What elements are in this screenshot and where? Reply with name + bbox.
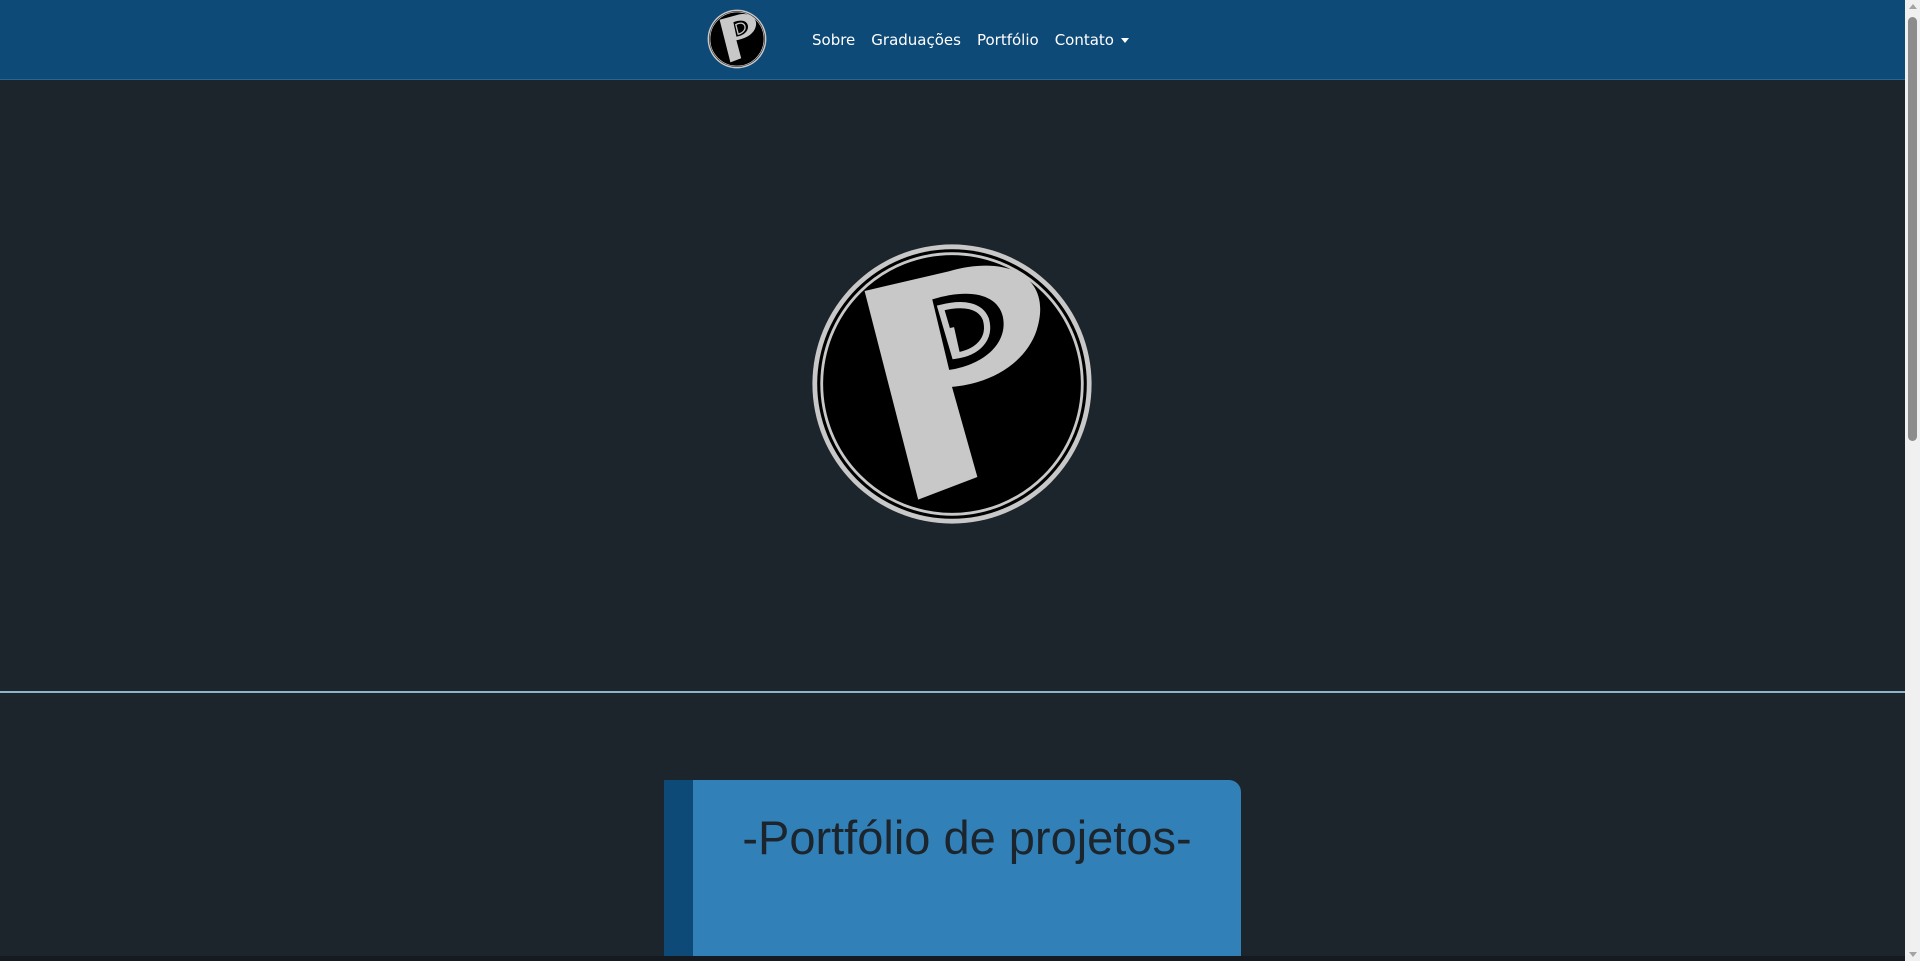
nav-link-sobre[interactable]: Sobre <box>804 23 863 57</box>
nav-dropdown-label: Contato <box>1054 30 1114 49</box>
page: Sobre Graduações Portfólio Contato -Port… <box>0 0 1905 961</box>
caret-down-icon <box>1120 38 1129 43</box>
vertical-scrollbar[interactable] <box>1905 0 1920 961</box>
nav-menu: Sobre Graduações Portfólio Contato <box>804 0 1137 79</box>
card-accent-stripe <box>664 780 693 961</box>
top-navbar: Sobre Graduações Portfólio Contato <box>0 0 1905 80</box>
scroll-up-arrow-icon[interactable] <box>1909 4 1917 9</box>
p-monogram-logo-icon <box>707 9 767 69</box>
portfolio-card: -Portfólio de projetos- <box>664 780 1241 961</box>
nav-dropdown-contato[interactable]: Contato <box>1047 23 1137 57</box>
section-divider <box>0 691 1905 693</box>
p-monogram-logo-icon <box>812 244 1092 524</box>
nav-link-graduacoes[interactable]: Graduações <box>863 23 969 57</box>
scroll-down-arrow-icon[interactable] <box>1909 952 1917 957</box>
bottom-edge <box>0 956 1905 961</box>
scroll-thumb[interactable] <box>1908 17 1917 441</box>
nav-link-portfolio[interactable]: Portfólio <box>969 23 1047 57</box>
portfolio-title: -Portfólio de projetos- <box>742 811 1192 864</box>
brand-logo-link[interactable] <box>707 9 767 69</box>
